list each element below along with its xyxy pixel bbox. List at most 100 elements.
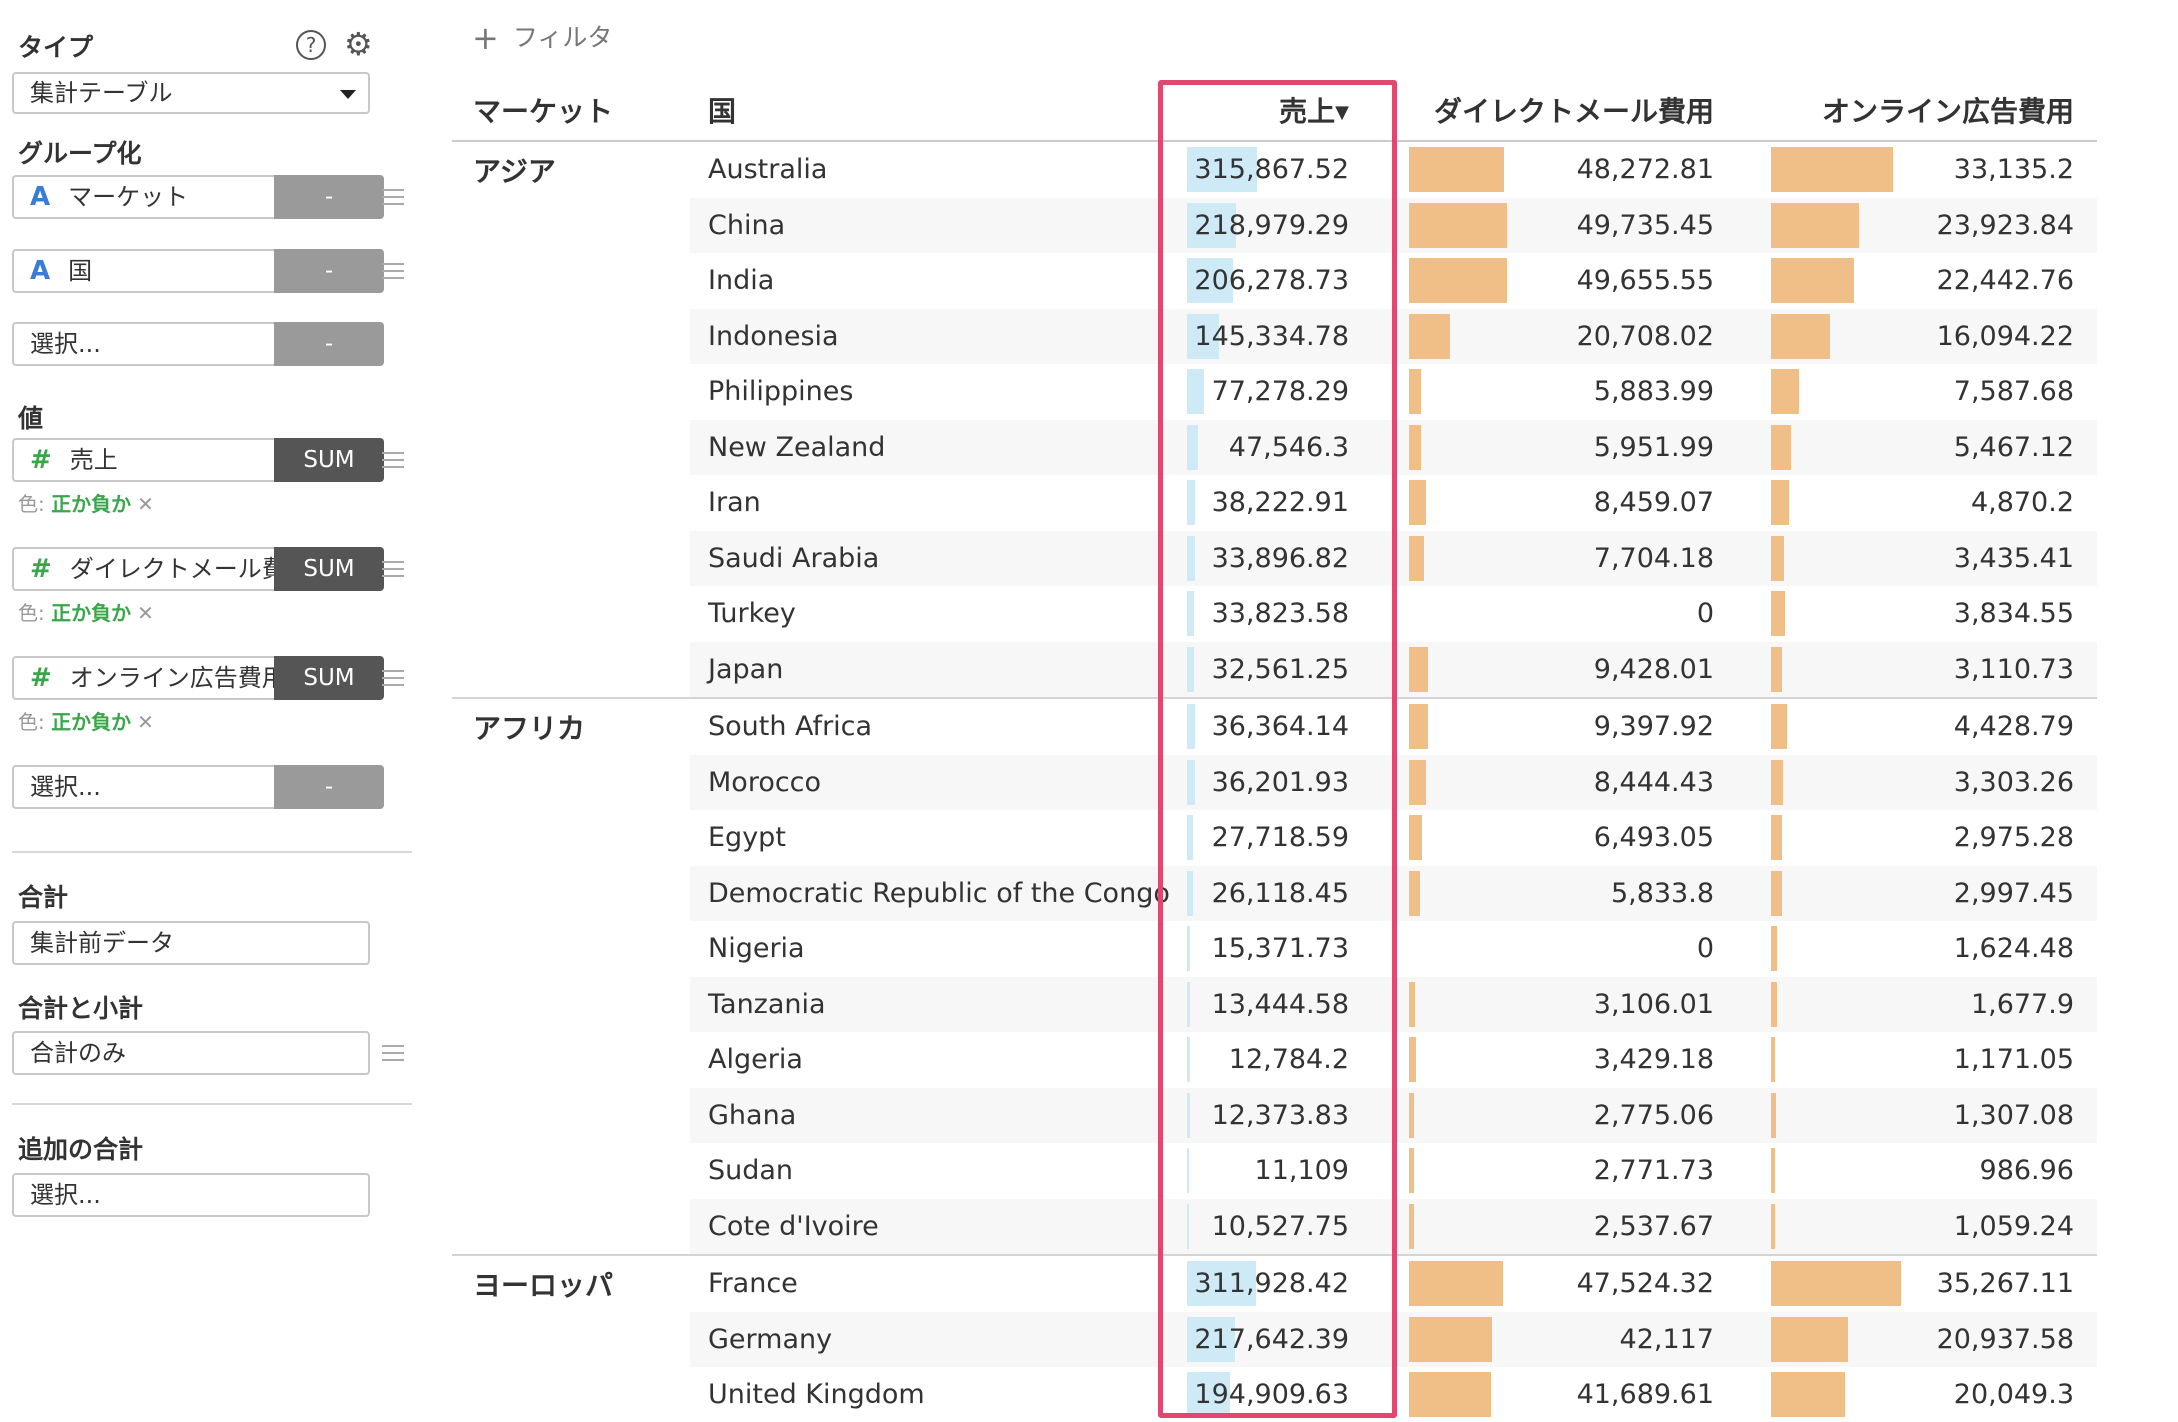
online-cost-bar [1771, 1317, 1849, 1362]
online-cost-bar [1771, 760, 1784, 805]
online-cost-bar [1771, 871, 1783, 916]
table-row[interactable]: New Zealand 47,546.3 5,951.99 5,467.12 [0, 420, 2178, 475]
table-row[interactable]: Philippines 77,278.29 5,883.99 7,587.68 [0, 364, 2178, 419]
column-header-market[interactable]: マーケット [473, 92, 613, 132]
table-row[interactable]: Cote d'Ivoire 10,527.75 2,537.67 1,059.24 [0, 1199, 2178, 1254]
mail-cost-cell: 2,771.73 [1593, 1155, 1714, 1186]
column-header-online[interactable]: オンライン広告費用 [1822, 92, 2074, 132]
mail-cost-bar [1409, 760, 1426, 805]
online-cost-cell: 33,135.2 [1953, 154, 2074, 185]
table-row[interactable]: China 218,979.29 49,735.45 23,923.84 [0, 198, 2178, 253]
chart-type-select[interactable]: 集計テーブル [12, 72, 370, 114]
sales-bar [1187, 815, 1194, 860]
table-row[interactable]: Germany 217,642.39 42,117 20,937.58 [0, 1312, 2178, 1367]
sales-bar [1187, 926, 1191, 971]
table-row[interactable]: France 311,928.42 47,524.32 35,267.11 [0, 1256, 2178, 1311]
sort-desc-icon: ▼ [1335, 102, 1349, 123]
gear-icon[interactable]: ⚙ [344, 28, 373, 60]
table-row[interactable]: Japan 32,561.25 9,428.01 3,110.73 [0, 642, 2178, 697]
table-row[interactable]: Ghana 12,373.83 2,775.06 1,307.08 [0, 1088, 2178, 1143]
country-cell: New Zealand [708, 432, 886, 463]
sales-cell: 26,118.45 [1211, 878, 1349, 909]
table-row[interactable]: Turkey 33,823.58 0 3,834.55 [0, 586, 2178, 641]
mail-cost-cell: 6,493.05 [1593, 822, 1714, 853]
country-cell: United Kingdom [708, 1379, 925, 1410]
country-cell: Morocco [708, 767, 822, 798]
online-cost-bar [1771, 536, 1784, 581]
row-stripe [690, 309, 2097, 364]
country-cell: Iran [708, 487, 761, 518]
sales-cell: 11,109 [1254, 1155, 1349, 1186]
online-cost-bar [1771, 425, 1792, 470]
table-row[interactable]: Democratic Republic of the Congo 26,118.4… [0, 866, 2178, 921]
online-cost-cell: 22,442.76 [1936, 265, 2074, 296]
online-cost-cell: 3,435.41 [1953, 543, 2074, 574]
table-row[interactable]: Algeria 12,784.2 3,429.18 1,171.05 [0, 1032, 2178, 1087]
column-header-sales[interactable]: 売上▼ [1279, 92, 1349, 133]
table-row[interactable]: Morocco 36,201.93 8,444.43 3,303.26 [0, 755, 2178, 810]
mail-cost-cell: 2,537.67 [1593, 1211, 1714, 1242]
mail-cost-cell: 2,775.06 [1593, 1100, 1714, 1131]
online-cost-bar [1771, 704, 1788, 749]
table-row[interactable]: India 206,278.73 49,655.55 22,442.76 [0, 253, 2178, 308]
sales-cell: 33,823.58 [1211, 598, 1349, 629]
sales-bar [1187, 591, 1195, 636]
mail-cost-cell: 41,689.61 [1576, 1379, 1714, 1410]
table-row[interactable]: Indonesia 145,334.78 20,708.02 16,094.22 [0, 309, 2178, 364]
table-row[interactable]: South Africa 36,364.14 9,397.92 4,428.79 [0, 699, 2178, 754]
table-row[interactable]: Egypt 27,718.59 6,493.05 2,975.28 [0, 810, 2178, 865]
sales-cell: 13,444.58 [1211, 989, 1349, 1020]
online-cost-bar [1771, 314, 1831, 359]
mail-cost-bar [1409, 647, 1428, 692]
sales-bar [1187, 871, 1193, 916]
filter-label: フィルタ [512, 23, 613, 52]
mail-cost-bar [1409, 1372, 1492, 1417]
mail-cost-cell: 5,951.99 [1593, 432, 1714, 463]
table-row[interactable]: Tanzania 13,444.58 3,106.01 1,677.9 [0, 977, 2178, 1032]
country-cell: Egypt [708, 822, 786, 853]
mail-cost-cell: 47,524.32 [1576, 1268, 1714, 1299]
row-stripe [690, 531, 2097, 586]
country-cell: Democratic Republic of the Congo [708, 878, 1170, 909]
online-cost-bar [1771, 1372, 1845, 1417]
sales-bar [1187, 1148, 1190, 1193]
mail-cost-bar [1409, 425, 1421, 470]
online-cost-bar [1771, 647, 1783, 692]
online-cost-cell: 35,267.11 [1936, 1268, 2074, 1299]
table-row[interactable]: Saudi Arabia 33,896.82 7,704.18 3,435.41 [0, 531, 2178, 586]
mail-cost-bar [1409, 147, 1505, 192]
country-cell: Algeria [708, 1044, 803, 1075]
sales-bar [1187, 704, 1196, 749]
online-cost-bar [1771, 258, 1854, 303]
plus-icon: + [472, 19, 499, 57]
type-label: タイプ [18, 33, 94, 62]
mail-cost-cell: 0 [1696, 933, 1714, 964]
table-row[interactable]: Iran 38,222.91 8,459.07 4,870.2 [0, 475, 2178, 530]
help-icon[interactable]: ? [296, 30, 326, 60]
sales-bar [1187, 647, 1195, 692]
sales-cell: 12,784.2 [1228, 1044, 1349, 1075]
row-stripe [690, 977, 2097, 1032]
country-cell: Cote d'Ivoire [708, 1211, 879, 1242]
table-row[interactable]: Australia 315,867.52 48,272.81 33,135.2 [0, 142, 2178, 197]
mail-cost-cell: 20,708.02 [1576, 321, 1714, 352]
column-header-mail[interactable]: ダイレクトメール費用 [1434, 92, 1714, 132]
table-row[interactable]: Sudan 11,109 2,771.73 986.96 [0, 1143, 2178, 1198]
sales-bar [1187, 1204, 1190, 1249]
add-filter-button[interactable]: + フィルタ [472, 18, 612, 57]
mail-cost-bar [1409, 1317, 1492, 1362]
online-cost-cell: 3,303.26 [1953, 767, 2074, 798]
country-cell: Japan [708, 654, 784, 685]
country-cell: Turkey [708, 598, 796, 629]
sales-cell: 217,642.39 [1194, 1324, 1349, 1355]
country-cell: Philippines [708, 376, 854, 407]
country-cell: Germany [708, 1324, 833, 1355]
table-row[interactable]: United Kingdom 194,909.63 41,689.61 20,049.… [0, 1367, 2178, 1422]
sales-cell: 77,278.29 [1211, 376, 1349, 407]
sales-cell: 27,718.59 [1211, 822, 1349, 853]
column-header-country[interactable]: 国 [708, 92, 736, 132]
mail-cost-cell: 5,833.8 [1610, 878, 1714, 909]
sales-bar [1187, 1093, 1190, 1138]
table-row[interactable]: Nigeria 15,371.73 0 1,624.48 [0, 921, 2178, 976]
online-cost-bar [1771, 1037, 1776, 1082]
